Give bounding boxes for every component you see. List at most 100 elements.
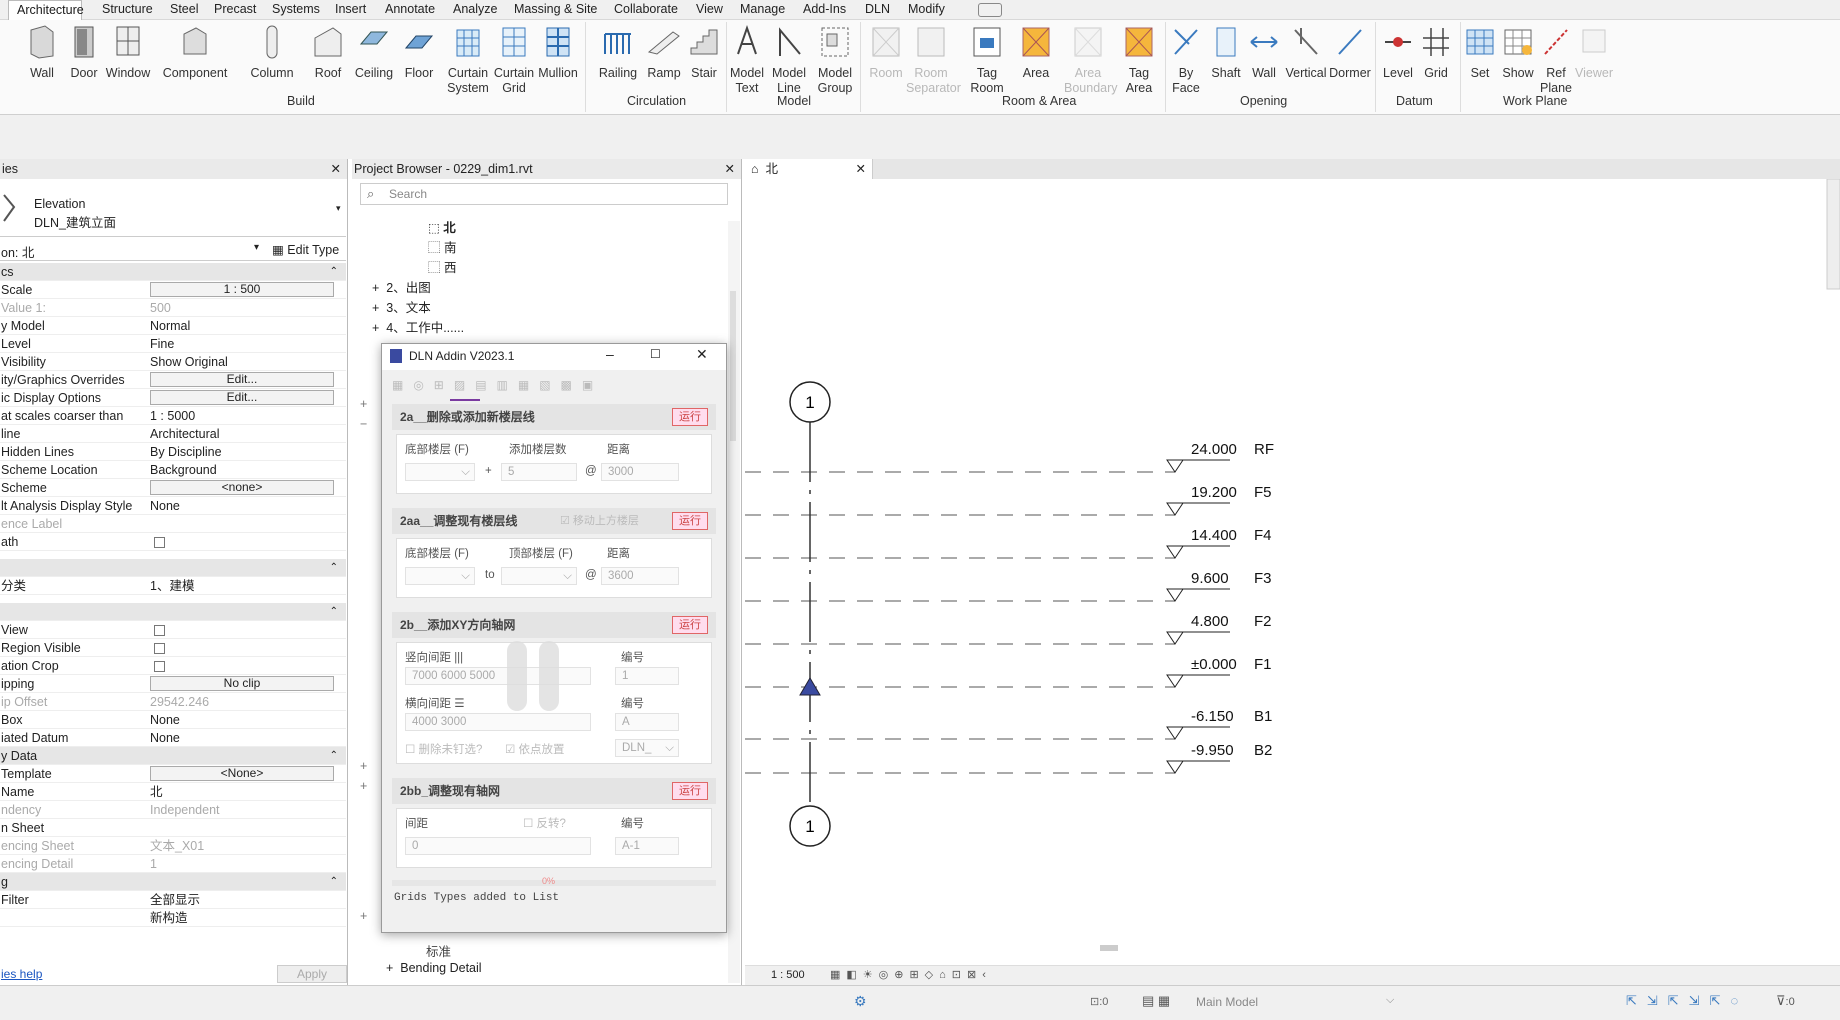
property-value[interactable]: 500 <box>150 299 171 317</box>
search-input[interactable]: ⌕ Search <box>360 183 728 205</box>
tab-dln[interactable]: DLN <box>865 0 890 20</box>
tab-steel[interactable]: Steel <box>170 0 199 20</box>
view-control-icons[interactable]: ▦◧☀◎⊕⊞◇⌂⊡⊠‹ <box>830 966 992 984</box>
property-section-header[interactable]: ⌃ <box>0 559 346 577</box>
collapse-icon[interactable]: ⌃ <box>330 603 338 621</box>
ramp-button[interactable]: Ramp <box>644 24 684 81</box>
worksharing-icon[interactable]: ⚙ <box>854 993 867 1010</box>
property-section-header[interactable]: y Data ⌃ <box>0 747 346 765</box>
property-value[interactable]: Show Original <box>150 353 228 371</box>
roof-button[interactable]: Roof <box>308 24 348 81</box>
worksets-icon[interactable]: ▤ ▦ <box>1142 993 1170 1009</box>
tab-collaborate[interactable]: Collaborate <box>614 0 678 20</box>
tab-systems[interactable]: Systems <box>272 0 320 20</box>
property-value[interactable]: None <box>150 729 180 747</box>
options-toggle-icon[interactable] <box>978 3 1002 17</box>
dormer-button[interactable]: Dormer <box>1328 24 1372 81</box>
tab-analyze[interactable]: Analyze <box>453 0 497 20</box>
tree-expander[interactable]: + <box>360 759 367 773</box>
property-value[interactable]: 北 <box>150 783 163 801</box>
property-value[interactable]: 1、建模 <box>150 577 194 595</box>
instance-filter[interactable]: on: 北 <box>1 242 34 261</box>
wall-button[interactable]: Wall <box>22 24 62 81</box>
tree-expander[interactable]: + <box>360 909 367 923</box>
vertical-button[interactable]: Vertical <box>1284 24 1328 81</box>
tree-item-working[interactable]: + 4、工作中...... <box>372 317 464 336</box>
collapse-icon[interactable]: ⌃ <box>330 263 338 281</box>
area-boundary-button[interactable]: Area Boundary <box>1064 24 1118 96</box>
property-value-button[interactable]: <none> <box>150 480 334 495</box>
maximize-icon[interactable]: ☐ <box>650 347 661 361</box>
property-section-header[interactable]: ⌃ <box>0 603 346 621</box>
tab-precast[interactable]: Precast <box>214 0 256 20</box>
mullion-button[interactable]: Mullion <box>536 24 580 81</box>
add-count-input[interactable]: 5 <box>501 463 577 481</box>
top-level-dropdown[interactable]: ⌵ <box>501 567 577 585</box>
elevation-drawing[interactable]: 24.000 RF 19.200 F5 14.400 F4 9.600 F3 4.800 F2 ±0… <box>745 179 1840 965</box>
component-button[interactable]: Component <box>160 24 230 81</box>
tab-modify[interactable]: Modify <box>908 0 945 20</box>
railing-button[interactable]: Railing <box>596 24 640 81</box>
close-icon[interactable]: ✕ <box>725 159 735 179</box>
ref-plane-button[interactable]: Ref Plane <box>1536 24 1576 96</box>
tree-expander[interactable]: − <box>360 417 367 431</box>
property-value[interactable]: Background <box>150 461 217 479</box>
property-value[interactable]: 全部显示 <box>150 891 200 909</box>
floor-button[interactable]: Floor <box>398 24 440 81</box>
collapse-icon[interactable]: ⌃ <box>330 747 338 765</box>
view-scale[interactable]: 1 : 500 <box>771 966 805 984</box>
tree-item-text[interactable]: + 3、文本 <box>372 297 431 316</box>
property-section-header[interactable]: g ⌃ <box>0 873 346 891</box>
edit-type-button[interactable]: ▦ Edit Type <box>272 242 339 257</box>
number-input[interactable]: A-1 <box>615 837 679 855</box>
door-button[interactable]: Door <box>64 24 104 81</box>
selection-filter-icons[interactable]: ⇱⇲⇱⇲⇱◌ <box>1626 993 1748 1009</box>
property-value[interactable]: Independent <box>150 801 220 819</box>
property-value-button[interactable]: Edit... <box>150 372 334 387</box>
editable-only-indicator[interactable]: ⊡:0 <box>1090 995 1108 1008</box>
curtain-grid-button[interactable]: Curtain Grid <box>492 24 536 96</box>
apply-button[interactable]: Apply <box>277 965 347 983</box>
close-icon[interactable]: ✕ <box>856 159 866 179</box>
minimize-icon[interactable]: – <box>606 346 614 362</box>
by-face-button[interactable]: By Face <box>1166 24 1206 96</box>
room-button[interactable]: Room <box>866 24 906 81</box>
property-value[interactable]: Architectural <box>150 425 219 443</box>
horizontal-number-input[interactable]: A <box>615 713 679 731</box>
property-value[interactable]: 29542.246 <box>150 693 209 711</box>
vertical-number-input[interactable]: 1 <box>615 667 679 685</box>
collapse-icon[interactable]: ⌃ <box>330 873 338 891</box>
tab-manage[interactable]: Manage <box>740 0 785 20</box>
spacing-input[interactable]: 0 <box>405 837 591 855</box>
run-button[interactable]: 运行 <box>672 616 708 634</box>
run-button[interactable]: 运行 <box>672 782 708 800</box>
set-button[interactable]: Set <box>1460 24 1500 81</box>
property-value[interactable]: None <box>150 497 180 515</box>
reverse-checkbox[interactable]: ☐ 反转? <box>523 815 566 831</box>
properties-help-link[interactable]: ies help <box>1 967 42 981</box>
type-selector[interactable]: Elevation DLN_建筑立面 ▾ <box>0 179 346 237</box>
property-value[interactable]: 1 : 5000 <box>150 407 195 425</box>
tree-item-north[interactable]: ⬚ 北 <box>428 217 456 236</box>
run-button[interactable]: 运行 <box>672 408 708 426</box>
window-button[interactable]: Window <box>104 24 152 81</box>
property-value[interactable]: Normal <box>150 317 190 335</box>
property-checkbox[interactable] <box>154 661 165 672</box>
ceiling-button[interactable]: Ceiling <box>352 24 396 81</box>
tag-room-button[interactable]: Tag Room <box>964 24 1010 96</box>
tab-add-ins[interactable]: Add-Ins <box>803 0 846 20</box>
grid-type-dropdown[interactable]: DLN_ ⌵ <box>615 739 679 757</box>
level-button[interactable]: Level <box>1378 24 1418 81</box>
workset-selector[interactable]: Main Model <box>1196 995 1258 1009</box>
property-value[interactable]: None <box>150 711 180 729</box>
tree-item-standard[interactable]: 标准 <box>426 941 451 960</box>
property-checkbox[interactable] <box>154 625 165 636</box>
filter-icon[interactable]: ⊽:0 <box>1776 993 1795 1009</box>
vertical-spacing-input[interactable]: 7000 6000 5000 <box>405 667 591 685</box>
viewer-button[interactable]: Viewer <box>1574 24 1614 81</box>
property-value[interactable]: Fine <box>150 335 174 353</box>
property-checkbox[interactable] <box>154 537 165 548</box>
tree-item-output[interactable]: + 2、出图 <box>372 277 431 296</box>
tree-expander[interactable]: + <box>360 779 367 793</box>
panel-label-room-area[interactable]: Room & Area <box>1002 94 1076 108</box>
